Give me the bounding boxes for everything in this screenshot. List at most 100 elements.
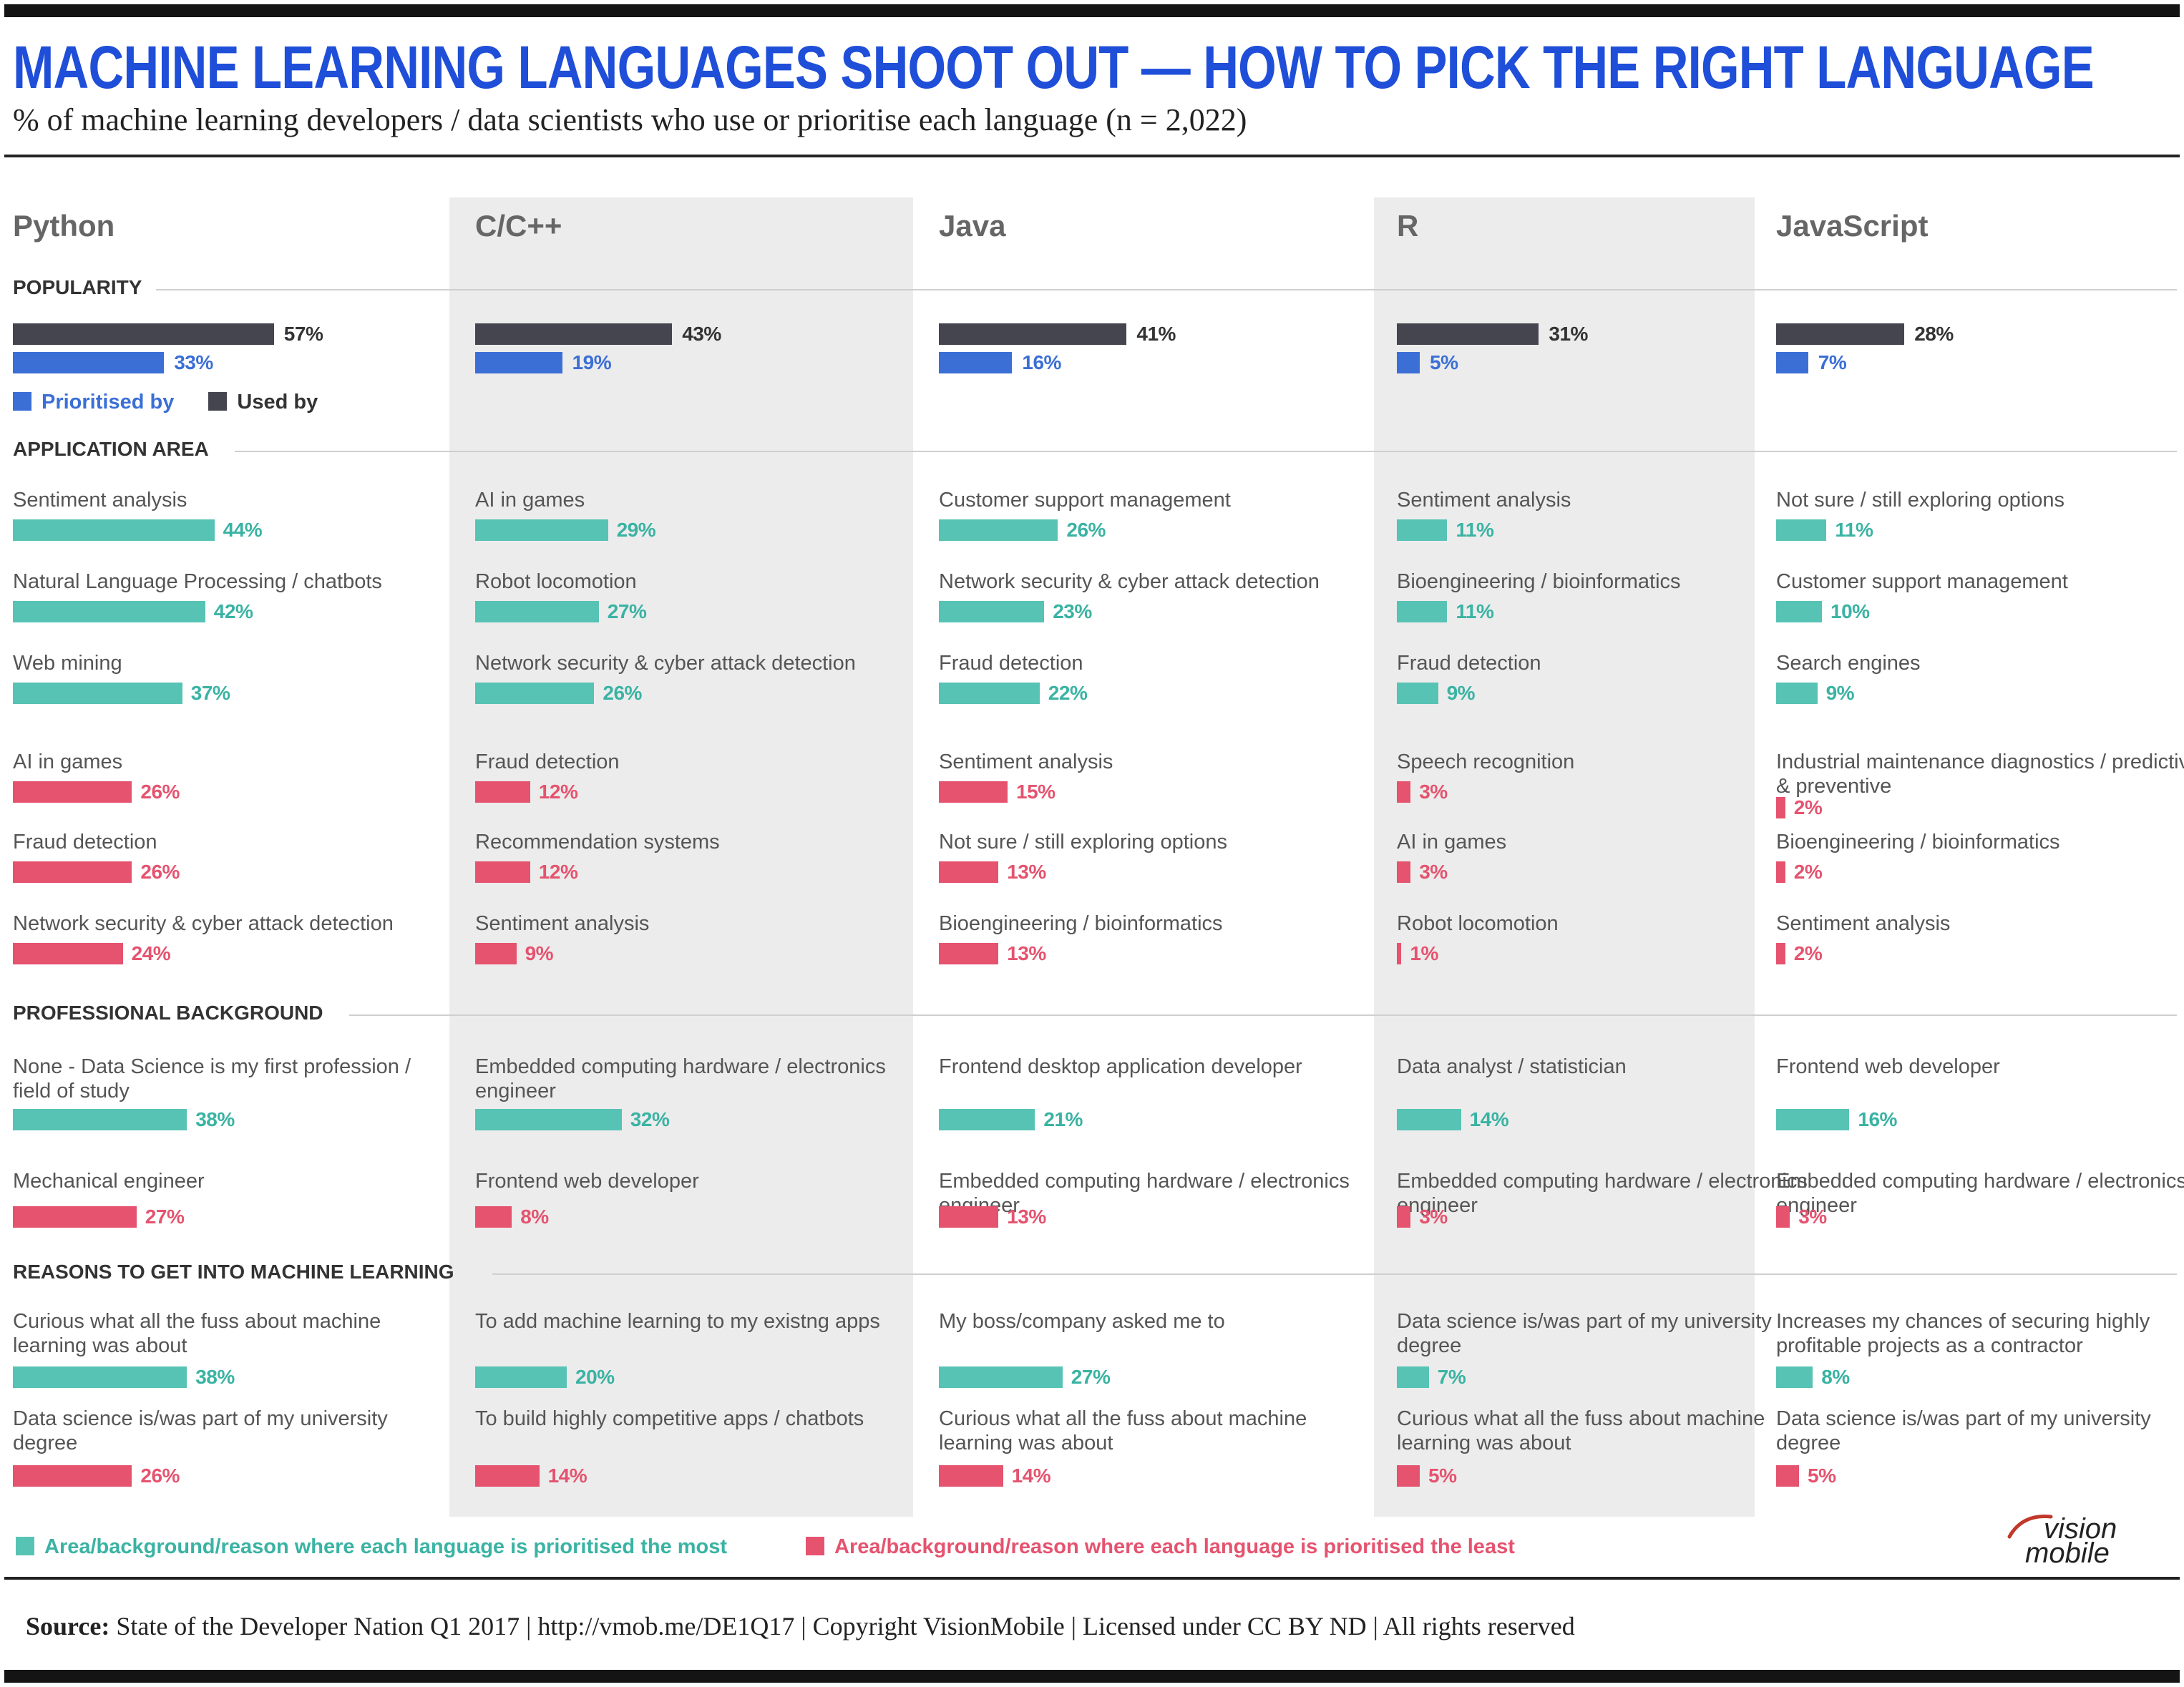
reasons-label: Curious what all the fuss about machine … [13, 1310, 381, 1357]
application-value: 2% [1793, 796, 1823, 818]
background-label: Frontend web developer [1776, 1055, 2000, 1078]
reasons-bar [13, 1366, 187, 1388]
source-line: Source: State of the Developer Nation Q1… [26, 1611, 1575, 1641]
reasons-bar [1397, 1366, 1429, 1388]
application-bar [1397, 781, 1411, 803]
application-label: Speech recognition [1397, 750, 1575, 773]
reasons-label: Data science is/was part of my universit… [1397, 1310, 1772, 1357]
application-bar [939, 861, 999, 883]
background-value: 14% [1469, 1108, 1509, 1130]
background-bar [1776, 1109, 1850, 1130]
application-bar [939, 519, 1058, 541]
reasons-value: 38% [195, 1366, 235, 1388]
application-bar [1776, 797, 1785, 818]
application-value: 26% [140, 861, 180, 883]
reasons-bar [939, 1465, 1003, 1487]
application-bar [13, 943, 123, 964]
section-heading-application: APPLICATION AREA [13, 438, 209, 460]
popularity-value-used-r: 31% [1549, 323, 1588, 345]
application-bar [1776, 861, 1785, 883]
background-label: Data analyst / statistician [1397, 1055, 1627, 1078]
application-label: Sentiment analysis [1397, 489, 1571, 512]
background-label: Mechanical engineer [13, 1170, 205, 1193]
application-value: 3% [1419, 781, 1448, 803]
reasons-label: Data science is/was part of my universit… [1776, 1407, 2151, 1454]
background-label: Embedded computing hardware / electronic… [1776, 1170, 2184, 1217]
footer-divider [4, 1577, 2180, 1580]
application-bar [1776, 519, 1827, 541]
visionmobile-logo: vision mobile [2007, 1513, 2117, 1565]
legend-most-label: Area/background/reason where each langua… [44, 1535, 728, 1558]
language-header-r: R [1397, 209, 1419, 243]
legend-most: Area/background/reason where each langua… [16, 1535, 727, 1559]
popularity-value-prioritised-javascript: 7% [1818, 351, 1847, 373]
application-value: 9% [1825, 682, 1855, 704]
reasons-value: 5% [1428, 1464, 1457, 1487]
application-value: 26% [140, 781, 180, 803]
popularity-legend: Prioritised by Used by [13, 391, 318, 414]
section-divider-background [349, 1014, 2177, 1016]
application-value: 11% [1456, 519, 1494, 541]
application-value: 26% [603, 682, 642, 704]
background-bar [939, 1206, 999, 1228]
popularity-value-prioritised-cc: 19% [572, 351, 612, 373]
application-bar [939, 601, 1045, 622]
application-label: Bioengineering / bioinformatics [1776, 831, 2060, 854]
reasons-bar [475, 1465, 540, 1487]
application-bar [475, 519, 608, 541]
application-bar [939, 683, 1040, 704]
application-bar [1397, 861, 1411, 883]
application-label: Search engines [1776, 652, 1921, 675]
reasons-value: 14% [547, 1464, 588, 1487]
application-label: Fraud detection [475, 750, 620, 773]
application-bar [1776, 601, 1822, 622]
background-label: Embedded computing hardware / electronic… [1397, 1170, 1808, 1217]
application-value: 1% [1410, 942, 1438, 964]
reasons-label: Curious what all the fuss about machine … [939, 1407, 1307, 1454]
background-value: 16% [1858, 1108, 1897, 1130]
legend-least-label: Area/background/reason where each langua… [834, 1535, 1515, 1558]
popularity-value-prioritised-python: 33% [174, 351, 213, 373]
application-bar [13, 781, 132, 803]
background-bar [1397, 1109, 1461, 1130]
legend-least-swatch [806, 1537, 824, 1555]
application-value: 29% [616, 519, 656, 541]
application-label: Sentiment analysis [1776, 912, 1951, 935]
section-divider-popularity [156, 289, 2177, 290]
legend-prioritised-label: Prioritised by [42, 391, 175, 414]
background-value: 38% [195, 1108, 235, 1130]
popularity-bar-used-javascript [1776, 323, 1905, 345]
application-bar [13, 601, 205, 622]
reasons-label: To build highly competitive apps / chatb… [475, 1407, 864, 1430]
language-header-python: Python [13, 209, 115, 243]
section-divider-reasons [492, 1273, 2177, 1275]
application-label: Customer support management [1776, 570, 2068, 593]
application-value: 26% [1066, 519, 1106, 541]
application-bar [13, 861, 132, 883]
background-value: 8% [520, 1206, 549, 1228]
reasons-bar [1776, 1366, 1813, 1388]
background-bar [1397, 1206, 1411, 1228]
reasons-value: 7% [1437, 1366, 1466, 1388]
chart-title: MACHINE LEARNING LANGUAGES SHOOT OUT — H… [13, 34, 2095, 101]
application-value: 10% [1830, 600, 1870, 622]
application-label: Customer support management [939, 489, 1231, 512]
background-label: None - Data Science is my first professi… [13, 1055, 411, 1102]
section-heading-reasons: REASONS TO GET INTO MACHINE LEARNING [13, 1261, 454, 1283]
reasons-bar [475, 1366, 567, 1388]
application-bar [1397, 519, 1448, 541]
application-label: Not sure / still exploring options [939, 831, 1227, 854]
application-label: Recommendation systems [475, 831, 720, 854]
logo-text-mobile: mobile [2025, 1537, 2110, 1565]
application-value: 2% [1793, 861, 1823, 883]
popularity-bar-used-r [1397, 323, 1539, 345]
section-heading-background: PROFESSIONAL BACKGROUND [13, 1002, 323, 1024]
application-value: 15% [1016, 781, 1056, 803]
reasons-label: Data science is/was part of my universit… [13, 1407, 388, 1454]
application-label: Fraud detection [1397, 652, 1541, 675]
background-bar [475, 1206, 512, 1228]
background-value: 32% [630, 1108, 670, 1130]
application-label: AI in games [1397, 831, 1507, 854]
reasons-bar [1397, 1465, 1420, 1487]
reasons-bar [13, 1465, 132, 1487]
